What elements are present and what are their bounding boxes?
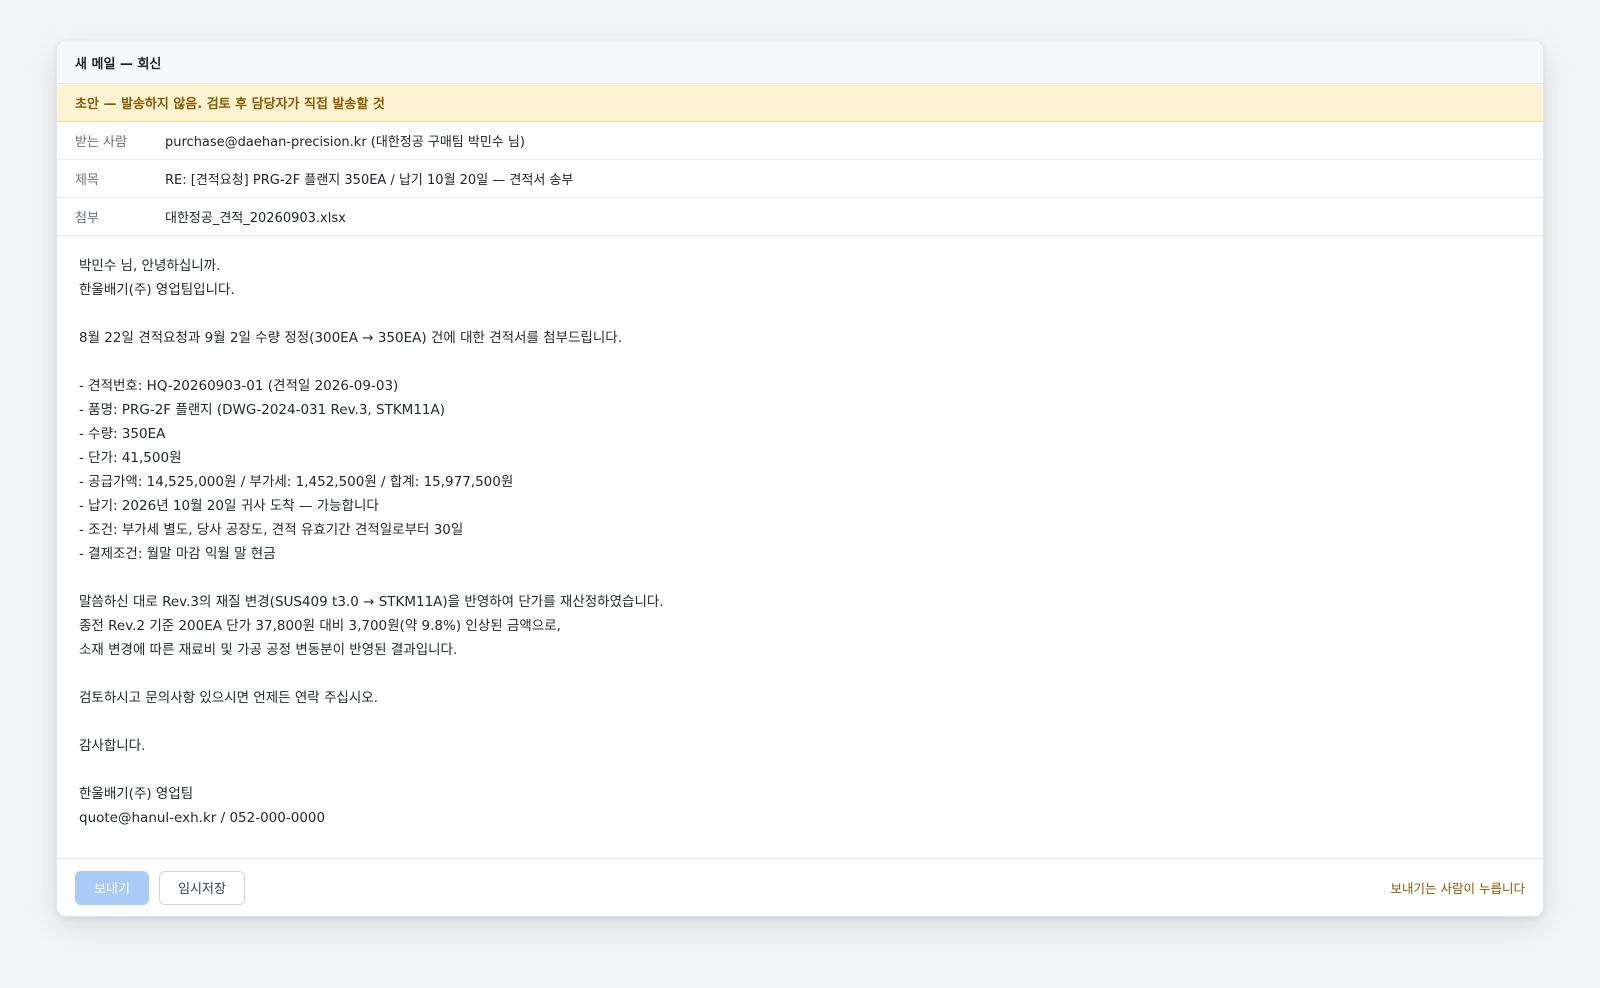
- compose-window: 새 메일 — 회신 초안 — 발송하지 않음. 검토 후 담당자가 직접 발송할…: [56, 40, 1544, 917]
- body-line: 종전 Rev.2 기준 200EA 단가 37,800원 대비 3,700원(약…: [79, 618, 561, 634]
- body-line: - 수량: 350EA: [79, 426, 166, 442]
- body-line: 한울배기(주) 영업팀입니다.: [79, 282, 235, 298]
- attachment-label: 첨부: [75, 211, 99, 226]
- body-line: [79, 350, 1521, 374]
- send-button[interactable]: 보내기: [75, 870, 149, 905]
- message-body[interactable]: 박민수 님, 안녕하십니까. 한울배기(주) 영업팀입니다. 8월 22일 견적요청…: [57, 236, 1543, 846]
- body-line: 소재 변경에 따른 재료비 및 가공 공정 변동분이 반영된 결과입니다.: [79, 642, 458, 658]
- subject-field-row: 제목 RE: [견적요청] PRG-2F 플랜지 350EA / 납기 10월 …: [57, 160, 1543, 198]
- attachment-file[interactable]: 대한정공_견적_20260903.xlsx: [165, 207, 346, 226]
- attachment-field-row: 첨부 대한정공_견적_20260903.xlsx: [57, 198, 1543, 236]
- body-line: [79, 662, 1521, 686]
- body-line: - 결제조건: 월말 마감 익월 말 현금: [79, 546, 276, 562]
- body-line: [79, 302, 1521, 326]
- compose-footer: 보내기 임시저장 보내기는 사람이 누릅니다: [57, 858, 1543, 916]
- body-line: [79, 710, 1521, 734]
- body-line: - 단가: 41,500원: [79, 450, 182, 466]
- body-line: 8월 22일 견적요청과 9월 2일 수량 정정(300EA → 350EA) …: [79, 330, 622, 346]
- body-line: 박민수 님, 안녕하십니까.: [79, 258, 221, 274]
- subject-label: 제목: [75, 173, 99, 188]
- to-label: 받는 사람: [75, 135, 127, 150]
- body-line: quote@hanul-exh.kr / 052-000-0000: [79, 810, 326, 826]
- body-line: - 견적번호: HQ-20260903-01 (견적일 2026-09-03): [79, 378, 399, 394]
- body-line: 말씀하신 대로 Rev.3의 재질 변경(SUS409 t3.0 → STKM1…: [79, 594, 664, 610]
- body-line: 감사합니다.: [79, 738, 146, 754]
- subject-field[interactable]: RE: [견적요청] PRG-2F 플랜지 350EA / 납기 10월 20일…: [165, 169, 573, 188]
- body-line: - 조건: 부가세 별도, 당사 공장도, 견적 유효기간 견적일로부터 30일: [79, 522, 464, 538]
- body-line: - 품명: PRG-2F 플랜지 (DWG-2024-031 Rev.3, ST…: [79, 402, 446, 418]
- body-line: 한울배기(주) 영업팀: [79, 786, 194, 802]
- body-line: [79, 758, 1521, 782]
- draft-warning-banner: 초안 — 발송하지 않음. 검토 후 담당자가 직접 발송할 것: [57, 84, 1543, 122]
- save-draft-button[interactable]: 임시저장: [159, 870, 245, 905]
- body-line: - 공급가액: 14,525,000원 / 부가세: 1,452,500원 / …: [79, 474, 514, 490]
- body-line: - 납기: 2026년 10월 20일 귀사 도착 — 가능합니다: [79, 498, 379, 514]
- window-title: 새 메일 — 회신: [57, 41, 1543, 84]
- body-line: 검토하시고 문의사항 있으시면 언제든 연락 주십시오.: [79, 690, 378, 706]
- to-field-row: 받는 사람 purchase@daehan-precision.kr (대한정공…: [57, 122, 1543, 160]
- send-note: 보내기는 사람이 누릅니다: [1390, 881, 1525, 896]
- to-field[interactable]: purchase@daehan-precision.kr (대한정공 구매팀 박…: [165, 131, 525, 150]
- body-line: [79, 566, 1521, 590]
